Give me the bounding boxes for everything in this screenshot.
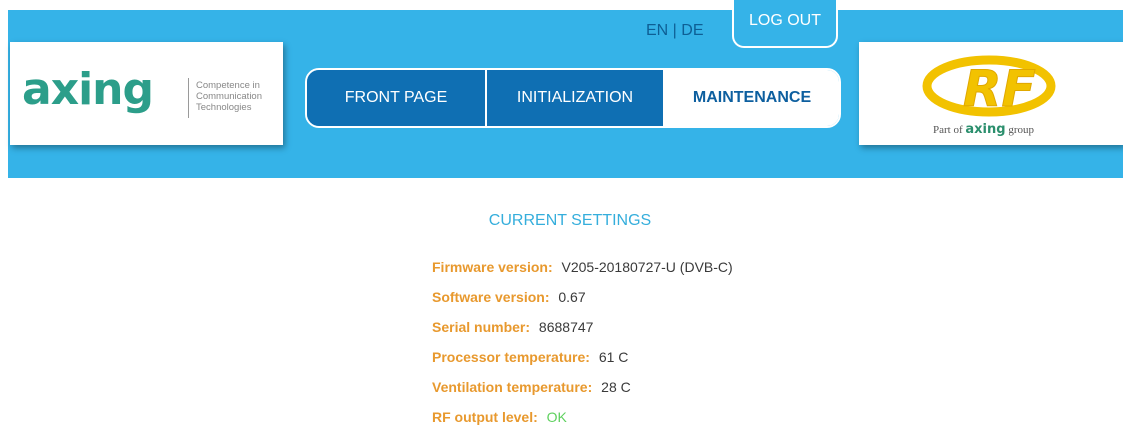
setting-value: 8688747 [538, 319, 594, 335]
rf-caption-suffix: group [1008, 124, 1034, 136]
status-ok: OK [546, 409, 567, 425]
setting-label: Software version: [432, 289, 550, 305]
axing-wordmark: axing [22, 64, 154, 115]
setting-row-serial: Serial number: 8688747 [432, 319, 733, 349]
setting-label: Ventilation temperature: [432, 379, 593, 395]
tagline-line: Competence in [196, 80, 260, 91]
setting-label: RF output level: [432, 409, 538, 425]
setting-row-ventilation-temp: Ventilation temperature: 28 C [432, 379, 733, 409]
setting-label: Serial number: [432, 319, 531, 335]
setting-value: 61 C [598, 349, 629, 365]
tagline-line: Technologies [196, 102, 252, 113]
setting-value: 28 C [601, 379, 631, 395]
settings-title: CURRENT SETTINGS [488, 212, 652, 229]
rf-caption-brand: axing [965, 122, 1006, 137]
tab-front-page[interactable]: FRONT PAGE [307, 70, 485, 126]
rf-logo-letters: RF [963, 60, 1036, 118]
rf-logo-mark: RF [922, 55, 1056, 119]
logo-divider [188, 78, 189, 118]
axing-logo: axing Competence in Communication Techno… [10, 42, 283, 145]
setting-value: V205-20180727-U (DVB-C) [561, 259, 733, 275]
main-nav: FRONT PAGE INITIALIZATION MAINTENANCE [305, 68, 841, 128]
rf-logo: RF Part of axing group [859, 42, 1123, 145]
axing-tagline: Competence in Communication Technologies [196, 80, 276, 113]
setting-row-firmware: Firmware version: V205-20180727-U (DVB-C… [432, 259, 733, 289]
setting-label: Processor temperature: [432, 349, 590, 365]
setting-row-software: Software version: 0.67 [432, 289, 733, 319]
tagline-line: Communication [196, 91, 262, 102]
setting-value: 0.67 [558, 289, 586, 305]
setting-row-processor-temp: Processor temperature: 61 C [432, 349, 733, 379]
settings-list: Firmware version: V205-20180727-U (DVB-C… [432, 259, 733, 427]
language-switch[interactable]: EN | DE [646, 22, 704, 40]
setting-label: Firmware version: [432, 259, 553, 275]
setting-row-rf-output: RF output level: OK [432, 409, 733, 427]
tab-initialization[interactable]: INITIALIZATION [485, 70, 663, 126]
rf-caption: Part of axing group [933, 122, 1034, 137]
rf-caption-prefix: Part of [933, 124, 963, 136]
logout-button[interactable]: LOG OUT [732, 0, 838, 48]
tab-maintenance[interactable]: MAINTENANCE [663, 70, 839, 126]
